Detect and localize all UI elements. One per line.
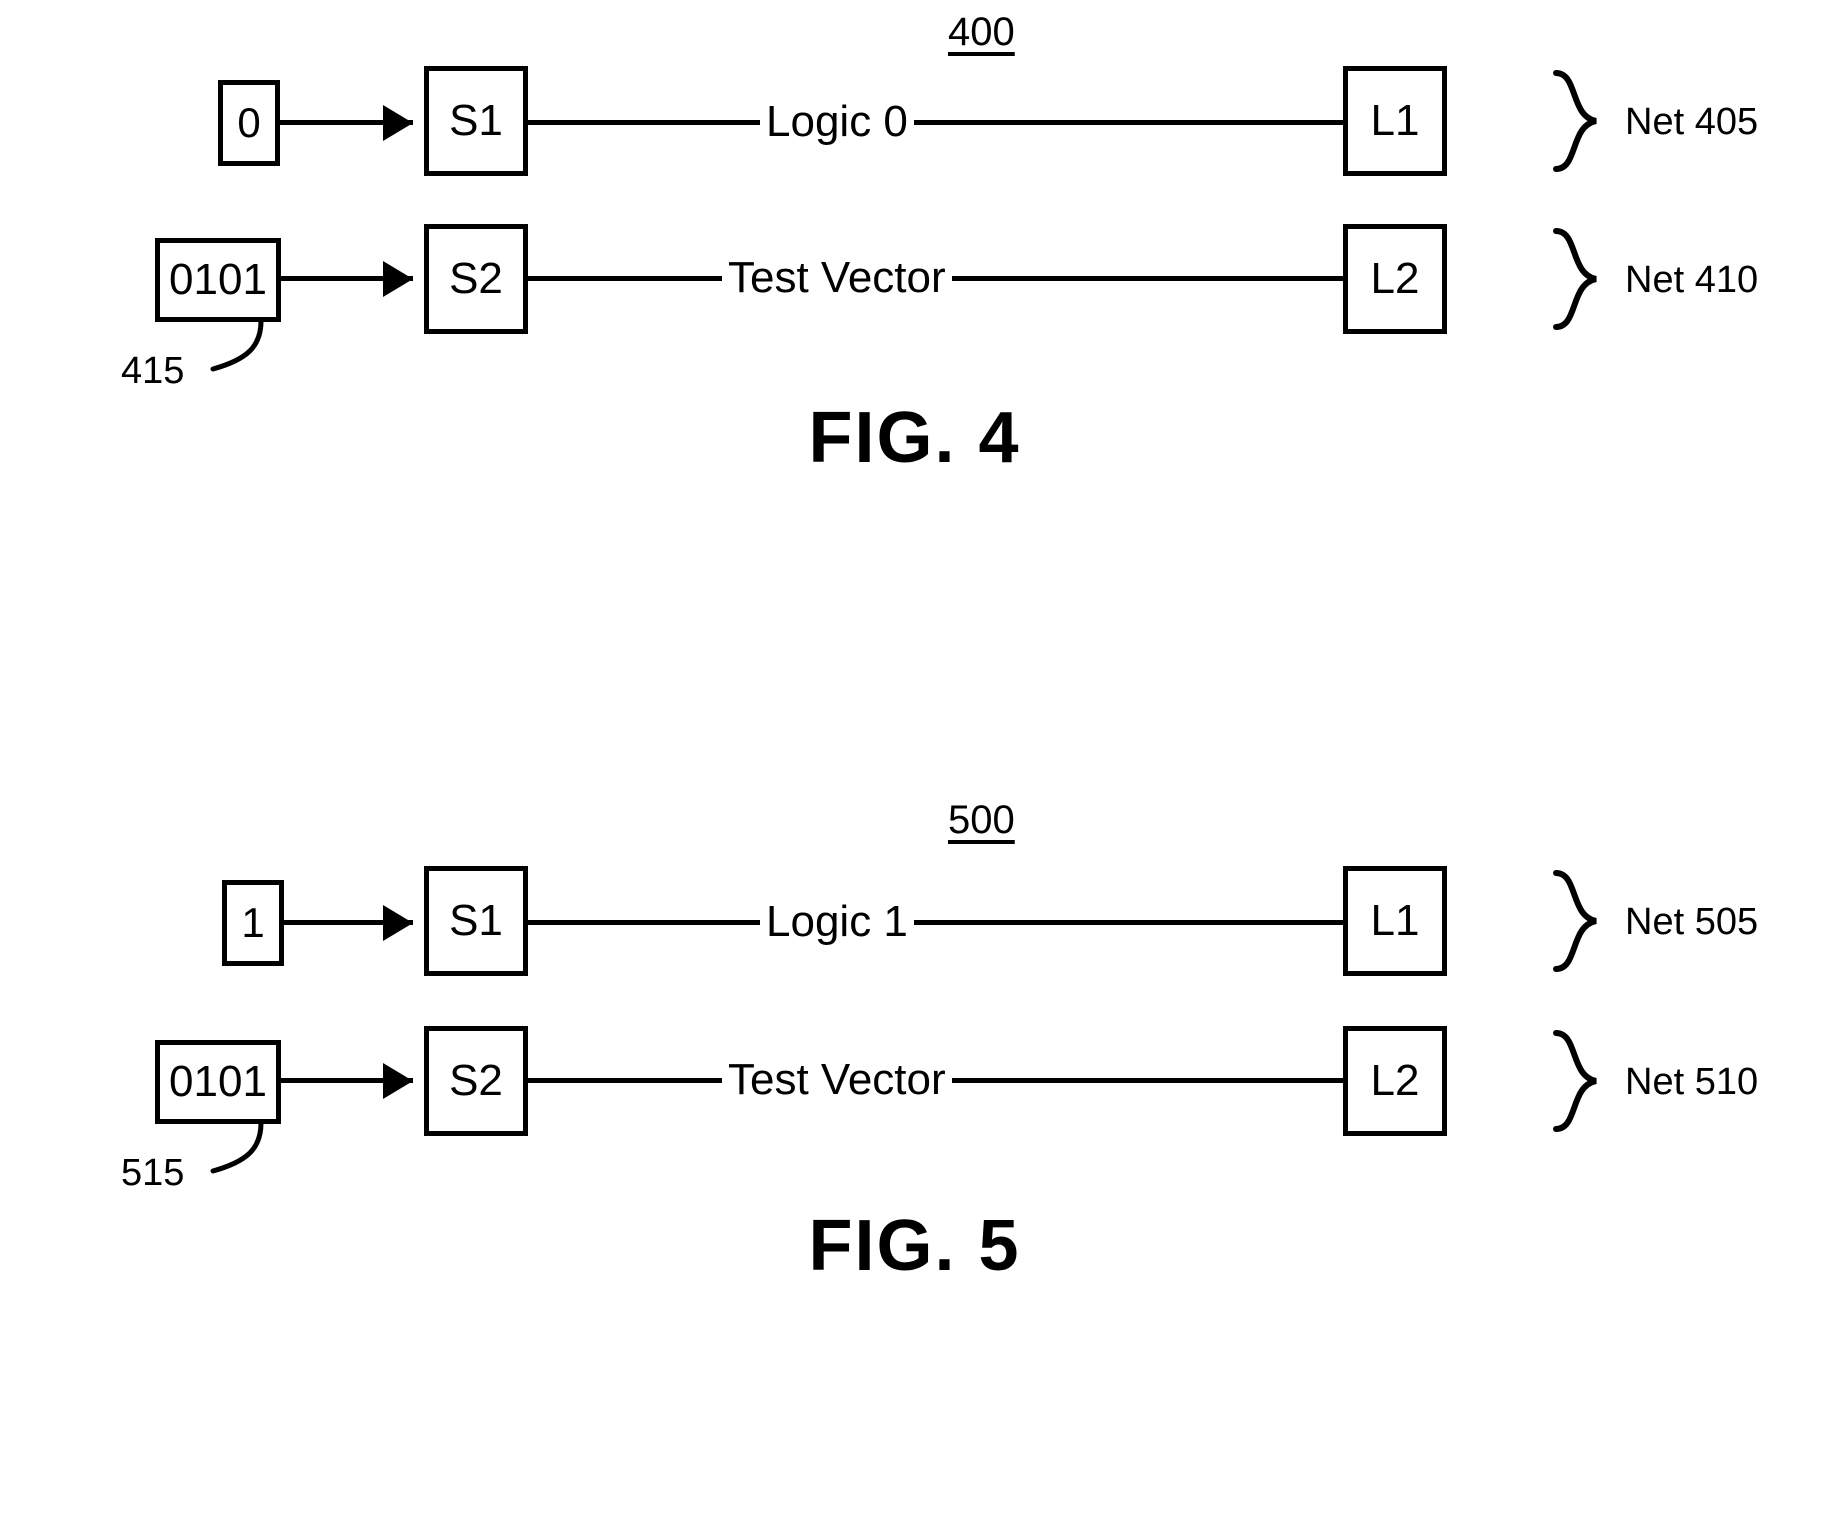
leader-line-415	[185, 318, 295, 385]
switch-box-s1: S1	[424, 866, 528, 976]
wire-label-test-vector: Test Vector	[722, 256, 952, 300]
load-box-l1: L1	[1343, 66, 1447, 176]
figure-caption-5: FIG. 5	[808, 1206, 1021, 1286]
load-box-l2: L2	[1343, 224, 1447, 334]
switch-box-s1: S1	[424, 66, 528, 176]
arrowhead-icon	[383, 105, 413, 141]
load-box-l1: L1	[1343, 866, 1447, 976]
wire-label-logic1: Logic 1	[760, 900, 914, 944]
wire-label-logic0: Logic 0	[760, 100, 914, 144]
switch-box-s2: S2	[424, 1026, 528, 1136]
brace-net-505	[1548, 868, 1618, 983]
arrowhead-icon	[383, 1063, 413, 1099]
load-box-l2: L2	[1343, 1026, 1447, 1136]
net-label-405: Net 405	[1625, 101, 1759, 143]
leader-line-515	[185, 1120, 295, 1187]
figure-caption-4: FIG. 4	[808, 398, 1021, 478]
callout-label-515: 515	[121, 1152, 185, 1194]
brace-net-410	[1548, 226, 1618, 341]
source-box-test-vector: 0101	[155, 1040, 281, 1124]
figure-reference-number: 400	[948, 10, 1015, 54]
brace-net-510	[1548, 1028, 1618, 1143]
source-box-logic1: 1	[222, 880, 284, 966]
net-label-510: Net 510	[1625, 1061, 1759, 1103]
switch-box-s2: S2	[424, 224, 528, 334]
source-box-test-vector: 0101	[155, 238, 281, 322]
source-box-logic0: 0	[218, 80, 280, 166]
figure-reference-number: 500	[948, 798, 1015, 842]
net-wire-405	[527, 120, 1344, 125]
net-label-505: Net 505	[1625, 901, 1759, 943]
net-wire-505	[527, 920, 1344, 925]
wire-label-test-vector: Test Vector	[722, 1058, 952, 1102]
callout-label-415: 415	[121, 350, 185, 392]
brace-net-405	[1548, 68, 1618, 183]
arrowhead-icon	[383, 905, 413, 941]
arrowhead-icon	[383, 261, 413, 297]
net-label-410: Net 410	[1625, 259, 1759, 301]
